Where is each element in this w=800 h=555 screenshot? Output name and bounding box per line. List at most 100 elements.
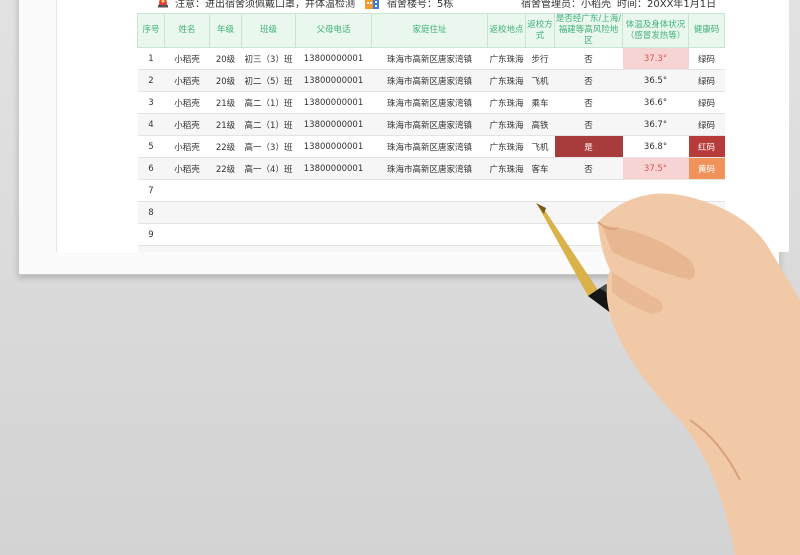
student-name-cell[interactable] [164,179,210,202]
temperature-cell[interactable] [622,201,689,224]
return-place-cell[interactable]: 广东珠海 [487,157,526,180]
return-method-cell[interactable] [525,223,555,246]
grade-cell[interactable]: 21级 [209,91,242,114]
return-method-cell[interactable]: 飞机 [525,135,555,158]
grade-cell[interactable]: 22级 [209,157,242,180]
return-place-cell[interactable]: 广东珠海 [487,135,526,158]
parent-phone-cell[interactable] [295,201,372,224]
home-address-cell[interactable]: 珠海市高新区唐家湾镇 [371,47,488,70]
high-risk-area-cell[interactable]: 否 [554,91,623,114]
parent-phone-cell[interactable]: 13800000001 [295,47,372,70]
return-place-cell[interactable] [487,223,526,246]
row-number-cell[interactable]: 7 [137,179,165,202]
high-risk-area-cell[interactable] [554,201,623,224]
high-risk-area-cell[interactable]: 否 [554,47,623,70]
grade-cell[interactable] [209,179,242,202]
home-address-cell[interactable]: 珠海市高新区唐家湾镇 [371,157,488,180]
grade-cell[interactable]: 22级 [209,135,242,158]
health-code-cell[interactable] [688,201,725,224]
parent-phone-cell[interactable]: 13800000001 [295,113,372,136]
high-risk-area-cell[interactable]: 否 [554,113,623,136]
return-place-cell[interactable]: 广东珠海 [487,91,526,114]
home-address-cell[interactable] [371,223,488,246]
temperature-cell[interactable]: 36.6° [622,91,689,114]
return-place-cell[interactable]: 广东珠海 [487,113,526,136]
temperature-cell[interactable]: 37.5° [622,157,689,180]
class-cell[interactable]: 初三（3）班 [241,47,296,70]
class-cell[interactable]: 高二（1）班 [241,113,296,136]
class-cell[interactable] [241,179,296,202]
student-name-cell[interactable] [164,245,210,252]
temperature-cell[interactable] [622,245,689,252]
student-name-cell[interactable]: 小稻壳 [164,91,210,114]
temperature-cell[interactable]: 36.7° [622,113,689,136]
home-address-cell[interactable]: 珠海市高新区唐家湾镇 [371,69,488,92]
student-name-cell[interactable]: 小稻壳 [164,69,210,92]
return-method-cell[interactable] [525,179,555,202]
return-method-cell[interactable]: 步行 [525,47,555,70]
return-place-cell[interactable]: 广东珠海 [487,69,526,92]
class-cell[interactable] [241,245,296,252]
health-code-cell[interactable] [688,245,725,252]
row-number-cell[interactable]: 4 [137,113,165,136]
class-cell[interactable]: 高二（1）班 [241,91,296,114]
return-method-cell[interactable]: 飞机 [525,69,555,92]
return-method-cell[interactable] [525,245,555,252]
return-method-cell[interactable]: 高铁 [525,113,555,136]
parent-phone-cell[interactable]: 13800000001 [295,157,372,180]
class-cell[interactable]: 高一（3）班 [241,135,296,158]
grade-cell[interactable]: 20级 [209,69,242,92]
health-code-cell[interactable]: 红码 [688,135,725,158]
row-number-cell[interactable]: 1 [137,47,165,70]
return-place-cell[interactable] [487,201,526,224]
temperature-cell[interactable]: 37.3° [622,47,689,70]
grade-cell[interactable]: 21级 [209,113,242,136]
health-code-cell[interactable] [688,223,725,246]
parent-phone-cell[interactable] [295,245,372,252]
row-number-cell[interactable]: 6 [137,157,165,180]
high-risk-area-cell[interactable] [554,223,623,246]
row-number-cell[interactable]: 9 [137,223,165,246]
student-name-cell[interactable] [164,201,210,224]
high-risk-area-cell[interactable]: 否 [554,69,623,92]
parent-phone-cell[interactable]: 13800000001 [295,69,372,92]
grade-cell[interactable] [209,245,242,252]
student-name-cell[interactable]: 小稻壳 [164,113,210,136]
home-address-cell[interactable]: 珠海市高新区唐家湾镇 [371,135,488,158]
row-number-cell[interactable]: 10 [137,245,165,252]
health-code-cell[interactable]: 绿码 [688,91,725,114]
home-address-cell[interactable] [371,245,488,252]
parent-phone-cell[interactable]: 13800000001 [295,135,372,158]
health-code-cell[interactable] [688,179,725,202]
temperature-cell[interactable] [622,179,689,202]
class-cell[interactable]: 初二（5）班 [241,69,296,92]
high-risk-area-cell[interactable] [554,179,623,202]
row-number-cell[interactable]: 5 [137,135,165,158]
grade-cell[interactable] [209,223,242,246]
class-cell[interactable]: 高一（4）班 [241,157,296,180]
row-number-cell[interactable]: 3 [137,91,165,114]
temperature-cell[interactable] [622,223,689,246]
student-name-cell[interactable]: 小稻壳 [164,157,210,180]
parent-phone-cell[interactable] [295,179,372,202]
parent-phone-cell[interactable]: 13800000001 [295,91,372,114]
class-cell[interactable] [241,223,296,246]
health-code-cell[interactable]: 黄码 [688,157,725,180]
health-code-cell[interactable]: 绿码 [688,47,725,70]
return-place-cell[interactable] [487,179,526,202]
home-address-cell[interactable] [371,201,488,224]
grade-cell[interactable]: 20级 [209,47,242,70]
return-method-cell[interactable]: 乘车 [525,91,555,114]
class-cell[interactable] [241,201,296,224]
health-code-cell[interactable]: 绿码 [688,69,725,92]
high-risk-area-cell[interactable]: 否 [554,157,623,180]
high-risk-area-cell[interactable]: 是 [554,135,623,158]
grade-cell[interactable] [209,201,242,224]
temperature-cell[interactable]: 36.5° [622,69,689,92]
return-place-cell[interactable] [487,245,526,252]
row-number-cell[interactable]: 8 [137,201,165,224]
health-code-cell[interactable]: 绿码 [688,113,725,136]
row-number-cell[interactable]: 2 [137,69,165,92]
return-method-cell[interactable] [525,201,555,224]
return-place-cell[interactable]: 广东珠海 [487,47,526,70]
